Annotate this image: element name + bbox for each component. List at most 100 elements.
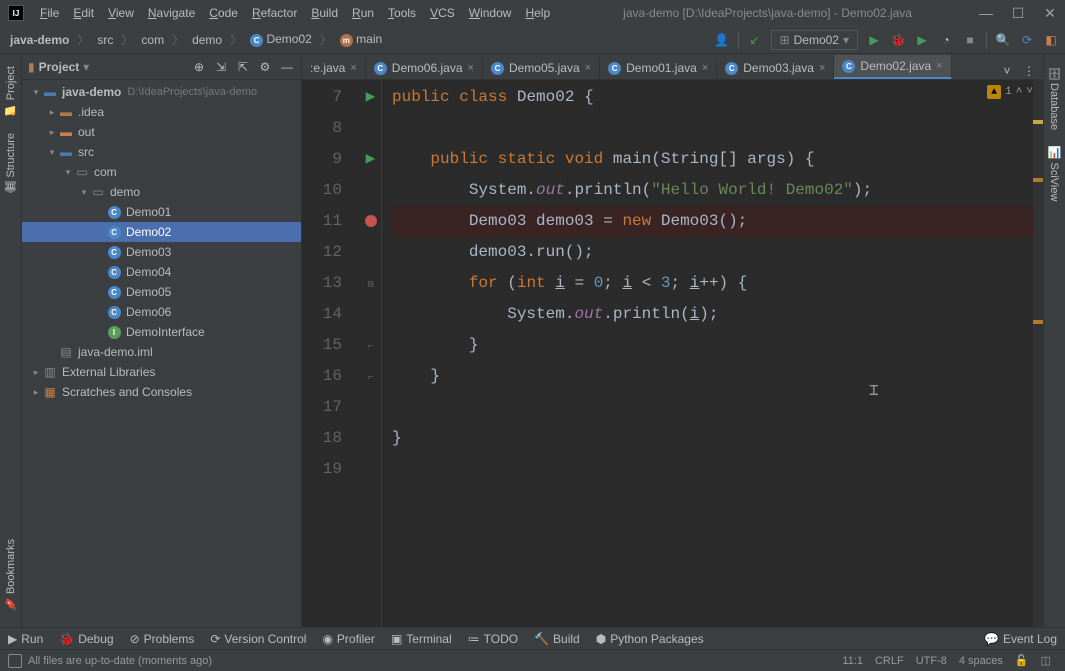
menu-help[interactable]: Help (519, 4, 556, 22)
tree-item-demo03[interactable]: CDemo03 (22, 242, 301, 262)
menu-window[interactable]: Window (463, 4, 518, 22)
tree-item-demo[interactable]: ▾▭demo (22, 182, 301, 202)
close-tab-icon[interactable]: × (702, 62, 708, 74)
tab-dropdown-icon[interactable]: ˅ (999, 63, 1015, 79)
tree-item-demo02[interactable]: CDemo02 (22, 222, 301, 242)
breadcrumb-src[interactable]: src (93, 31, 117, 49)
settings-icon[interactable]: ⚙ (257, 59, 273, 75)
line-separator[interactable]: CRLF (869, 655, 910, 667)
editor-tab--e-java[interactable]: :e.java× (302, 57, 366, 79)
run-icon[interactable]: ▶ (866, 32, 882, 48)
back-icon[interactable]: ↙ (747, 32, 763, 48)
tool-tab-database[interactable]: 🗄 Database (1046, 58, 1063, 138)
tree-item-scratches-and-consoles[interactable]: ▸▦Scratches and Consoles (22, 382, 301, 402)
file-encoding[interactable]: UTF-8 (910, 655, 953, 667)
menu-view[interactable]: View (102, 4, 140, 22)
tree-item-demo01[interactable]: CDemo01 (22, 202, 301, 222)
tree-item-external-libraries[interactable]: ▸▥External Libraries (22, 362, 301, 382)
collapse-icon[interactable]: ⇱ (235, 59, 251, 75)
ide-settings-icon[interactable]: ◧ (1043, 32, 1059, 48)
tree-item-com[interactable]: ▾▭com (22, 162, 301, 182)
menu-vcs[interactable]: VCS (424, 4, 461, 22)
menu-navigate[interactable]: Navigate (142, 4, 201, 22)
close-tab-icon[interactable]: × (936, 60, 942, 72)
vcs-status-icon[interactable] (8, 654, 22, 668)
breadcrumb-main[interactable]: m main (336, 30, 386, 49)
editor-tab-demo05-java[interactable]: CDemo05.java× (483, 57, 600, 79)
indent-setting[interactable]: 4 spaces (953, 655, 1009, 667)
readonly-lock-icon[interactable]: 🔓 (1009, 654, 1035, 667)
tool-tab-bookmarks[interactable]: 🔖 Bookmarks (2, 531, 19, 619)
stripe-mark[interactable] (1033, 120, 1043, 124)
bottom-tab-python-packages[interactable]: ⬢ Python Packages (596, 632, 704, 646)
stripe-mark[interactable] (1033, 320, 1043, 324)
menu-code[interactable]: Code (203, 4, 244, 22)
menu-build[interactable]: Build (305, 4, 344, 22)
fold-end-icon[interactable]: ⌐ (367, 342, 373, 353)
tree-item-src[interactable]: ▾▬src (22, 142, 301, 162)
bottom-tab-problems[interactable]: ⊘ Problems (130, 632, 195, 646)
editor-tab-demo03-java[interactable]: CDemo03.java× (717, 57, 834, 79)
stop-icon[interactable]: ■ (962, 32, 978, 48)
add-user-icon[interactable]: 👤 (714, 32, 730, 48)
breadcrumb-demo[interactable]: demo (188, 31, 226, 49)
coverage-icon[interactable]: ▶ (914, 32, 930, 48)
breadcrumb-demo02[interactable]: C Demo02 (246, 30, 316, 49)
bottom-tab-todo[interactable]: ≔ TODO (468, 632, 518, 646)
tree-item-demo04[interactable]: CDemo04 (22, 262, 301, 282)
stripe-mark[interactable] (1033, 178, 1043, 182)
tree-item-java-demo-iml[interactable]: ▤java-demo.iml (22, 342, 301, 362)
sync-icon[interactable]: ⟳ (1019, 32, 1035, 48)
expand-icon[interactable]: ⇲ (213, 59, 229, 75)
tree-item-java-demo[interactable]: ▾▬java-demoD:\IdeaProjects\java-demo (22, 82, 301, 102)
cursor-position[interactable]: 11:1 (836, 655, 869, 667)
close-tab-icon[interactable]: × (468, 62, 474, 74)
tree-item-out[interactable]: ▸▬out (22, 122, 301, 142)
editor-tab-demo02-java[interactable]: CDemo02.java× (834, 55, 951, 79)
fold-end-icon[interactable]: ⌐ (367, 373, 373, 384)
bottom-tab-version-control[interactable]: ⟳ Version Control (210, 632, 306, 646)
code-editor[interactable]: 78910111213141516171819 ▶▶⊟⌐⌐ ⌶ public c… (302, 80, 1043, 627)
tree-item--idea[interactable]: ▸▬.idea (22, 102, 301, 122)
error-stripe[interactable] (1033, 80, 1043, 627)
bottom-tab-run[interactable]: ▶ Run (8, 632, 43, 646)
tool-tab-project[interactable]: 📁 Project (2, 58, 19, 125)
bottom-tab-debug[interactable]: 🐞 Debug (59, 632, 113, 646)
breakpoint-icon[interactable] (365, 215, 377, 227)
run-gutter-icon[interactable]: ▶ (366, 88, 376, 106)
tool-tab-sciview[interactable]: 📊 SciView (1046, 138, 1063, 209)
prev-highlight-icon[interactable]: ˄ (1016, 86, 1023, 98)
breadcrumb-java-demo[interactable]: java-demo (6, 31, 73, 49)
close-tab-icon[interactable]: × (350, 62, 356, 74)
event-log-tab[interactable]: 💬 Event Log (984, 632, 1057, 646)
debug-icon[interactable]: 🐞 (890, 32, 906, 48)
menu-run[interactable]: Run (346, 4, 380, 22)
close-tab-icon[interactable]: × (585, 62, 591, 74)
tree-item-demo05[interactable]: CDemo05 (22, 282, 301, 302)
editor-tab-demo06-java[interactable]: CDemo06.java× (366, 57, 483, 79)
hide-icon[interactable]: — (279, 59, 295, 75)
project-tree[interactable]: ▾▬java-demoD:\IdeaProjects\java-demo▸▬.i… (22, 80, 301, 627)
run-config-selector[interactable]: ⊞ Demo02 ▾ (771, 30, 858, 50)
memory-indicator-icon[interactable]: ◫ (1035, 654, 1057, 667)
breadcrumb-com[interactable]: com (137, 31, 168, 49)
tab-more-icon[interactable]: ⋮ (1021, 63, 1037, 79)
fold-icon[interactable]: ⊟ (367, 280, 373, 291)
bottom-tab-build[interactable]: 🔨 Build (534, 632, 580, 646)
search-icon[interactable]: 🔍 (995, 32, 1011, 48)
bottom-tab-terminal[interactable]: ▣ Terminal (391, 632, 452, 646)
menu-tools[interactable]: Tools (382, 4, 422, 22)
maximize-icon[interactable]: ☐ (1011, 5, 1025, 22)
inspection-widget[interactable]: ▲ 1 ˄ ˅ (983, 84, 1037, 100)
locate-icon[interactable]: ⊕ (191, 59, 207, 75)
tool-tab-structure[interactable]: 🏛 Structure (2, 125, 19, 203)
tree-item-demointerface[interactable]: IDemoInterface (22, 322, 301, 342)
menu-edit[interactable]: Edit (67, 4, 100, 22)
run-gutter-icon[interactable]: ▶ (366, 150, 376, 168)
menu-file[interactable]: File (34, 4, 65, 22)
next-highlight-icon[interactable]: ˅ (1026, 86, 1033, 98)
close-icon[interactable]: ✕ (1043, 5, 1057, 22)
editor-tab-demo01-java[interactable]: CDemo01.java× (600, 57, 717, 79)
bottom-tab-profiler[interactable]: ◉ Profiler (322, 632, 375, 646)
tree-item-demo06[interactable]: CDemo06 (22, 302, 301, 322)
